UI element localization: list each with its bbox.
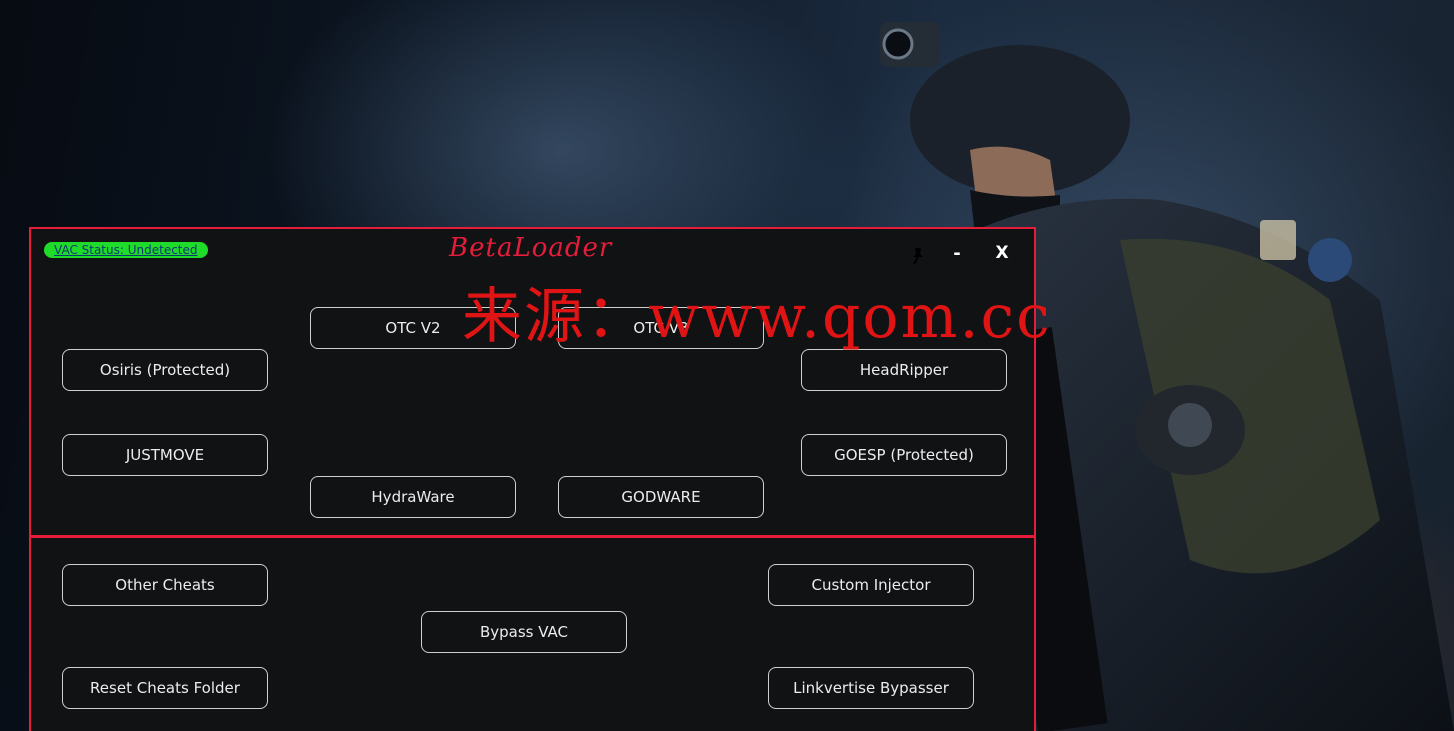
bypass-vac-button[interactable]: Bypass VAC [421, 611, 627, 653]
close-button[interactable]: X [993, 243, 1011, 265]
justmove-button[interactable]: JUSTMOVE [62, 434, 268, 476]
other-cheats-button[interactable]: Other Cheats [62, 564, 268, 606]
pin-icon[interactable] [908, 246, 930, 268]
minimize-button[interactable]: - [950, 243, 964, 265]
linkvertise-bypasser-button[interactable]: Linkvertise Bypasser [768, 667, 974, 709]
reset-cheats-folder-button[interactable]: Reset Cheats Folder [62, 667, 268, 709]
section-divider [31, 535, 1034, 538]
window-title: BetaLoader [449, 233, 613, 263]
watermark-text: 来源：www.qom.cc [462, 282, 1052, 352]
goesp-button[interactable]: GOESP (Protected) [801, 434, 1007, 476]
osiris-button[interactable]: Osiris (Protected) [62, 349, 268, 391]
vac-status-badge[interactable]: VAC Status: Undetected [44, 242, 208, 258]
godware-button[interactable]: GODWARE [558, 476, 764, 518]
headripper-button[interactable]: HeadRipper [801, 349, 1007, 391]
custom-injector-button[interactable]: Custom Injector [768, 564, 974, 606]
hydraware-button[interactable]: HydraWare [310, 476, 516, 518]
